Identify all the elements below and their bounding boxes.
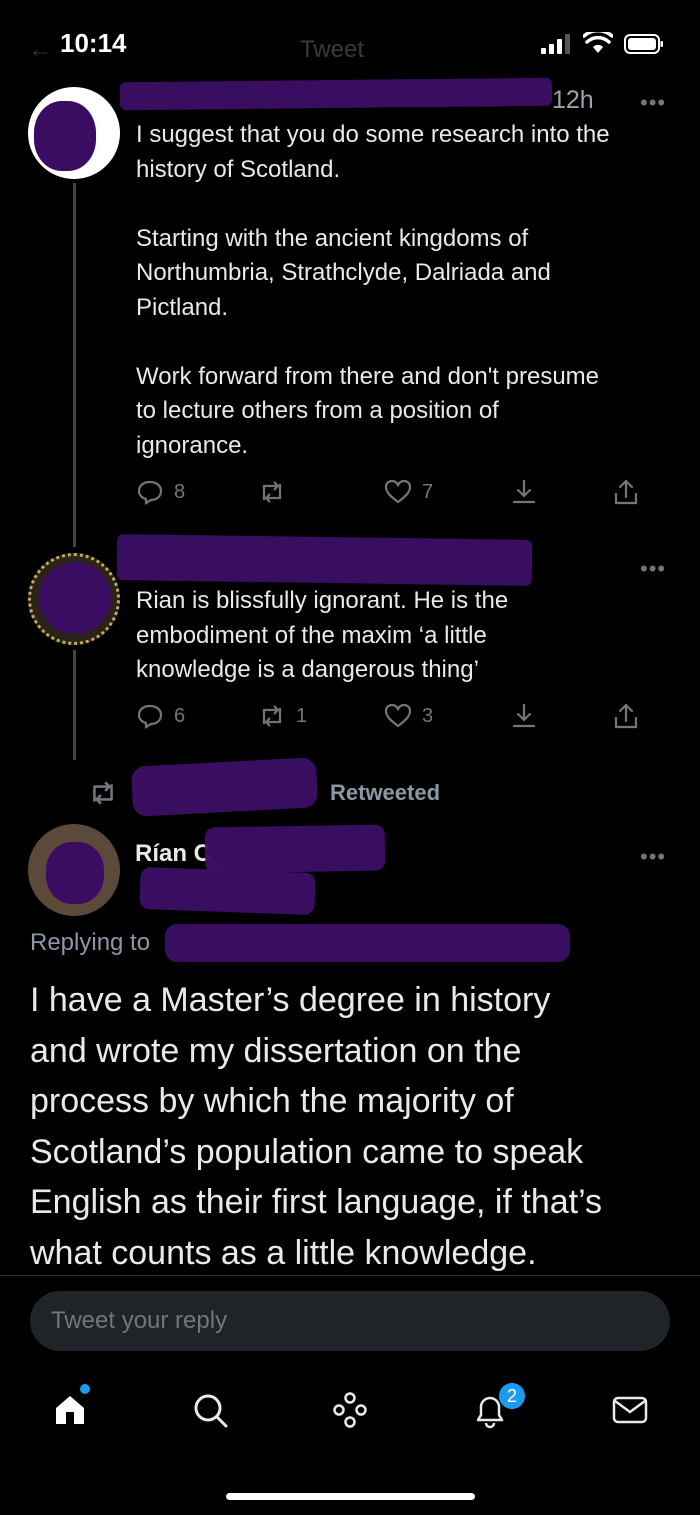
reply-button[interactable]: 8 — [136, 478, 185, 506]
more-options-icon[interactable]: ••• — [640, 90, 666, 116]
wifi-icon — [583, 32, 613, 53]
reply-count: 8 — [174, 480, 186, 503]
heart-icon — [384, 703, 412, 728]
heart-icon — [384, 479, 412, 504]
reply-count: 6 — [174, 704, 186, 727]
thread-line — [73, 183, 76, 547]
retweet-button[interactable]: 1 — [258, 702, 307, 730]
share-icon — [614, 703, 638, 729]
avatar[interactable] — [28, 824, 120, 916]
redacted-handle — [139, 866, 316, 916]
main-tweet-text: I have a Master’s degree in history and … — [30, 981, 603, 1272]
author-name[interactable]: Rían C — [135, 840, 211, 868]
avatar[interactable] — [28, 87, 120, 179]
bookmark-button[interactable] — [510, 702, 538, 730]
like-button[interactable]: 3 — [384, 702, 433, 730]
download-icon — [512, 703, 536, 728]
retweet-icon — [93, 781, 113, 805]
spaces-icon[interactable] — [330, 1390, 370, 1430]
bookmark-button[interactable] — [510, 478, 538, 506]
reply-icon — [137, 480, 163, 505]
like-button[interactable]: 7 — [384, 478, 433, 506]
tweet-text: Rian is blissfully ignorant. He is the e… — [136, 587, 509, 683]
like-count: 7 — [422, 480, 434, 503]
tweet-time: 12h — [552, 86, 594, 114]
status-time: 10:14 — [60, 28, 127, 58]
redacted-retweeter — [130, 757, 319, 817]
battery-icon — [624, 34, 663, 54]
redacted-mention[interactable] — [165, 924, 570, 962]
home-icon[interactable] — [50, 1390, 90, 1430]
retweet-icon — [262, 481, 282, 503]
replying-to: Replying to — [30, 929, 151, 956]
new-content-dot — [80, 1384, 90, 1394]
reply-button[interactable]: 6 — [136, 702, 185, 730]
more-options-icon[interactable]: ••• — [640, 844, 666, 870]
download-icon — [512, 479, 536, 504]
tweet-text: I suggest that you do some research into… — [136, 121, 610, 459]
share-button[interactable] — [612, 478, 640, 506]
share-icon — [614, 479, 638, 505]
redacted-author — [116, 534, 533, 586]
more-options-icon[interactable]: ••• — [640, 556, 666, 582]
messages-icon[interactable] — [610, 1390, 650, 1430]
reply-placeholder: Tweet your reply — [51, 1307, 228, 1334]
thread-line — [73, 650, 76, 760]
retweeted-label: Retweeted — [330, 780, 441, 805]
redacted-author — [119, 77, 553, 111]
retweet-count: 1 — [296, 704, 308, 727]
redacted-name — [204, 824, 386, 874]
divider — [0, 1275, 700, 1276]
retweet-icon — [262, 705, 282, 727]
cellular-signal-icon — [541, 34, 570, 54]
reply-icon — [137, 704, 163, 729]
like-count: 3 — [422, 704, 434, 727]
search-icon[interactable] — [190, 1390, 230, 1430]
retweet-button[interactable] — [258, 478, 296, 506]
notification-badge: 2 — [499, 1383, 525, 1409]
home-indicator[interactable] — [226, 1493, 475, 1500]
back-arrow-icon[interactable]: ← — [28, 36, 52, 64]
share-button[interactable] — [612, 702, 640, 730]
page-title: Tweet — [300, 36, 365, 63]
avatar[interactable] — [28, 553, 120, 645]
